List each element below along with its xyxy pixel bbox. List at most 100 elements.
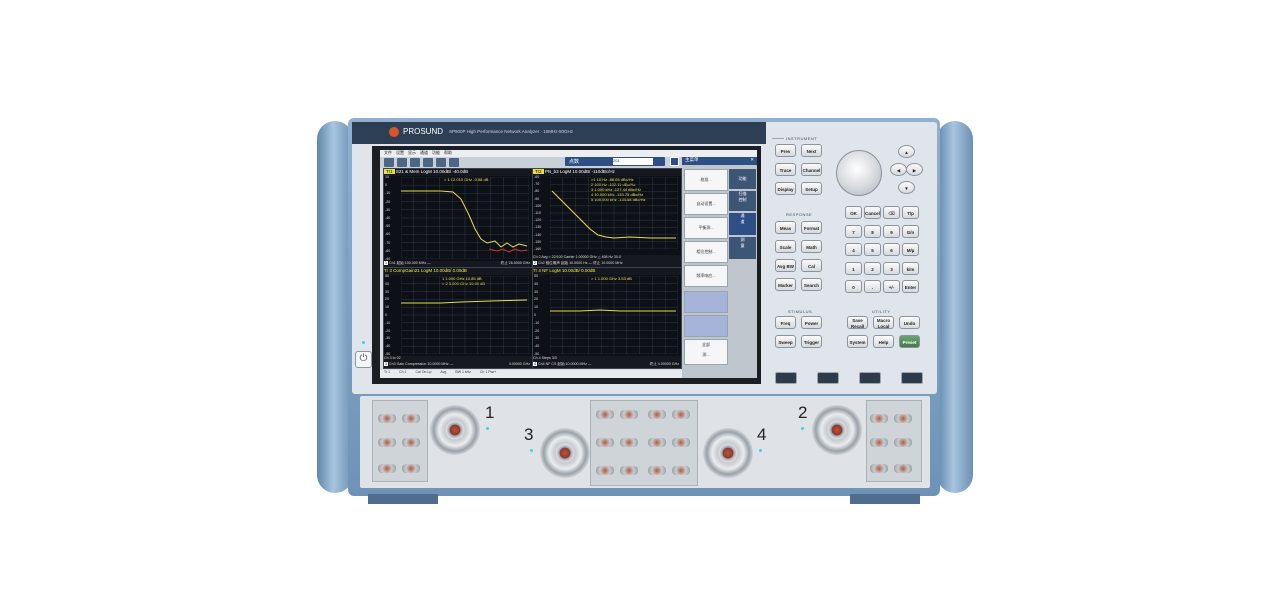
freq-button[interactable]: Freq bbox=[775, 316, 796, 329]
k-m-button[interactable]: k/m bbox=[902, 261, 919, 275]
coax-jack[interactable] bbox=[596, 466, 614, 475]
arrow-right-icon[interactable]: ▶ bbox=[906, 163, 923, 176]
6-button[interactable]: 6 bbox=[883, 243, 900, 256]
trace-panel-2[interactable]: Tr2 PN_b3 LogM 10.00dB/ -110dBc/Hz >1 10… bbox=[532, 168, 682, 268]
menu-setup[interactable]: 设置 bbox=[396, 150, 404, 155]
toolbar-table-icon[interactable] bbox=[436, 158, 446, 167]
search-button[interactable]: Search bbox=[801, 278, 822, 291]
coax-jack[interactable] bbox=[378, 438, 396, 447]
toolbar-zoom-icon[interactable] bbox=[449, 158, 459, 167]
coax-jack[interactable] bbox=[596, 438, 614, 447]
coax-jack[interactable] bbox=[620, 466, 638, 475]
trace-button[interactable]: Trace bbox=[775, 163, 796, 176]
8-button[interactable]: 8 bbox=[864, 224, 881, 238]
coax-jack[interactable] bbox=[648, 438, 666, 447]
rotary-knob[interactable] bbox=[836, 150, 882, 196]
arrow-down-icon[interactable]: ▼ bbox=[898, 181, 915, 194]
coax-jack[interactable] bbox=[620, 410, 638, 419]
1-button[interactable]: 1 bbox=[845, 261, 862, 275]
key-button[interactable]: . bbox=[864, 280, 881, 293]
softkey-balanced[interactable]: 平衡测... bbox=[684, 217, 728, 239]
coax-jack[interactable] bbox=[870, 438, 888, 447]
avg-bw-button[interactable]: Avg BW bbox=[775, 259, 796, 272]
softkey-auto-setup[interactable]: 自动设置... bbox=[684, 193, 728, 215]
ok-button[interactable]: OK bbox=[845, 206, 862, 219]
power-button[interactable]: Power bbox=[801, 316, 822, 329]
sweep-button[interactable]: Sweep bbox=[775, 335, 796, 348]
usb-port[interactable] bbox=[859, 372, 881, 384]
softkey-empty-2[interactable] bbox=[684, 315, 728, 337]
coax-jack[interactable] bbox=[596, 410, 614, 419]
usb-port[interactable] bbox=[775, 372, 797, 384]
coax-jack[interactable] bbox=[672, 410, 690, 419]
tab-function[interactable]: 功能 bbox=[729, 169, 756, 189]
arrow-up-icon[interactable]: ▲ bbox=[898, 145, 915, 158]
menu-channel[interactable]: 通道 bbox=[420, 150, 428, 155]
meas-button[interactable]: Meas bbox=[775, 221, 796, 234]
preset-button[interactable]: Preset bbox=[899, 335, 920, 348]
arrow-left-icon[interactable]: ◀ bbox=[890, 163, 907, 176]
keyboard-icon[interactable] bbox=[670, 157, 679, 166]
coax-jack[interactable] bbox=[402, 464, 420, 473]
tab-sweep-control[interactable]: 扫描 控制 bbox=[729, 191, 756, 211]
menu-function[interactable]: 功能 bbox=[432, 150, 440, 155]
trace-panel-3[interactable]: Tr 3 CompGain21 LogM 10.00dB/ 0.00dB 1 1… bbox=[383, 267, 533, 369]
tab-channel[interactable]: 通 道 bbox=[729, 213, 756, 235]
system-button[interactable]: System bbox=[847, 335, 868, 348]
display-button[interactable]: Display bbox=[775, 182, 796, 195]
marker-button[interactable]: Marker bbox=[775, 278, 796, 291]
tab-measure[interactable]: 测 量 bbox=[729, 237, 756, 259]
menu-help[interactable]: 帮助 bbox=[444, 150, 452, 155]
coax-jack[interactable] bbox=[378, 414, 396, 423]
2-button[interactable]: 2 bbox=[864, 261, 881, 275]
toolbar-print-icon[interactable] bbox=[397, 158, 407, 167]
g-n-button[interactable]: G/n bbox=[902, 224, 919, 238]
key-button[interactable]: ⌫ bbox=[883, 206, 900, 219]
coax-jack[interactable] bbox=[620, 438, 638, 447]
softkey-empty-1[interactable] bbox=[684, 291, 728, 313]
cal-button[interactable]: Cal bbox=[801, 259, 822, 272]
trigger-button[interactable]: Trigger bbox=[801, 335, 822, 348]
coax-jack[interactable] bbox=[894, 414, 912, 423]
coax-jack[interactable] bbox=[870, 464, 888, 473]
help-button[interactable]: Help bbox=[873, 335, 894, 348]
menu-file[interactable]: 文件 bbox=[384, 150, 392, 155]
setup-button[interactable]: Setup bbox=[801, 182, 822, 195]
softkey-freq-response[interactable]: 频率响应... bbox=[684, 265, 728, 287]
power-icon[interactable]: ⏻ bbox=[355, 351, 372, 368]
save-recall-button[interactable]: Save Recall bbox=[847, 316, 868, 329]
coax-jack[interactable] bbox=[402, 438, 420, 447]
enter-button[interactable]: Enter bbox=[902, 280, 919, 293]
points-value[interactable]: 201 bbox=[613, 158, 653, 165]
softkey-cal[interactable]: 校准... bbox=[684, 169, 728, 191]
prev-button[interactable]: Prev bbox=[775, 144, 796, 157]
t-p-button[interactable]: T/p bbox=[902, 206, 919, 219]
toolbar-marker-icon[interactable] bbox=[410, 158, 420, 167]
3-button[interactable]: 3 bbox=[883, 261, 900, 275]
menu-display[interactable]: 显示 bbox=[408, 150, 416, 155]
4-button[interactable]: 4 bbox=[845, 243, 862, 256]
math-button[interactable]: Math bbox=[801, 240, 822, 253]
coax-jack[interactable] bbox=[894, 464, 912, 473]
coax-jack[interactable] bbox=[672, 466, 690, 475]
channel-button[interactable]: Channel bbox=[801, 163, 822, 176]
format-button[interactable]: Format bbox=[801, 221, 822, 234]
points-field[interactable]: 点数 201 bbox=[565, 157, 665, 166]
undo-button[interactable]: Undo bbox=[899, 316, 920, 329]
key-button[interactable]: +/- bbox=[883, 280, 900, 293]
coax-jack[interactable] bbox=[870, 414, 888, 423]
next-button[interactable]: Next bbox=[801, 144, 822, 157]
coax-jack[interactable] bbox=[672, 438, 690, 447]
cancel-button[interactable]: Cancel bbox=[864, 206, 881, 219]
coax-jack[interactable] bbox=[648, 410, 666, 419]
softkey-phase-control[interactable]: 相位控制... bbox=[684, 241, 728, 263]
coax-jack[interactable] bbox=[402, 414, 420, 423]
5-button[interactable]: 5 bbox=[864, 243, 881, 256]
close-icon[interactable]: ✕ bbox=[750, 157, 754, 163]
usb-port[interactable] bbox=[901, 372, 923, 384]
7-button[interactable]: 7 bbox=[845, 224, 862, 238]
trace-panel-4[interactable]: Tr 4 NF LogM 10.00dB/ 0.00dB > 1 1.000 G… bbox=[532, 267, 682, 369]
toolbar-save-icon[interactable] bbox=[384, 158, 394, 167]
coax-jack[interactable] bbox=[894, 438, 912, 447]
trace-panel-1[interactable]: Tr1 S21 & Mem LogM 10.00dB/ -40.0dB > 1 … bbox=[383, 168, 533, 268]
